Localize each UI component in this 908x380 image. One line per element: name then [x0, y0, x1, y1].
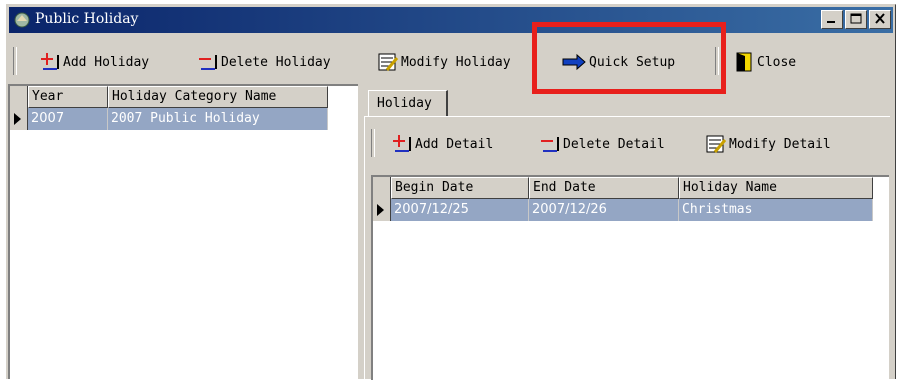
- add-detail-label: Add Detail: [415, 136, 494, 152]
- column-header-holiday-name[interactable]: Holiday Name: [679, 177, 873, 199]
- delete-holiday-button[interactable]: Delete Holiday: [197, 51, 331, 73]
- cell-begin-date[interactable]: 2007/12/25: [391, 199, 529, 221]
- delete-detail-button[interactable]: Delete Detail: [539, 133, 665, 155]
- public-holiday-icon: [13, 11, 31, 29]
- holiday-detail-panel: Holiday Add Detail Delete Detail Modify …: [362, 84, 890, 380]
- row-indicator[interactable]: [373, 199, 391, 221]
- column-header-end-date[interactable]: End Date: [529, 177, 679, 199]
- current-row-arrow-icon: [14, 113, 21, 125]
- modify-detail-button[interactable]: Modify Detail: [705, 133, 831, 155]
- cell-year[interactable]: 2007: [28, 108, 108, 130]
- cell-holiday-name[interactable]: Christmas: [679, 199, 873, 221]
- quick-setup-highlight-box: [532, 22, 726, 94]
- delete-holiday-label: Delete Holiday: [221, 54, 331, 70]
- grid-corner: [10, 86, 28, 108]
- modify-detail-label: Modify Detail: [729, 136, 831, 152]
- delete-detail-label: Delete Detail: [563, 136, 665, 152]
- maximize-button[interactable]: [845, 10, 867, 29]
- add-detail-button[interactable]: Add Detail: [391, 133, 493, 155]
- minimize-button[interactable]: [821, 10, 843, 29]
- toolbar-grip: [13, 47, 17, 75]
- row-indicator[interactable]: [10, 108, 28, 130]
- cell-category-name[interactable]: 2007 Public Holiday: [108, 108, 328, 130]
- close-label: Close: [757, 54, 797, 70]
- minimize-icon: [827, 21, 835, 23]
- column-header-begin-date[interactable]: Begin Date: [391, 177, 529, 199]
- tab-page-holiday: Add Detail Delete Detail Modify Detail B…: [364, 116, 890, 380]
- title-bar[interactable]: Public Holiday: [9, 7, 893, 33]
- close-icon: [875, 13, 885, 24]
- modify-icon: [378, 53, 399, 71]
- add-holiday-button[interactable]: Add Holiday: [39, 51, 149, 73]
- add-row-icon: [41, 53, 59, 70]
- close-window-button[interactable]: [869, 10, 891, 29]
- tab-holiday[interactable]: Holiday: [368, 90, 448, 116]
- door-exit-icon: [736, 52, 752, 72]
- add-holiday-label: Add Holiday: [63, 54, 150, 70]
- detail-toolbar-grip: [371, 129, 375, 157]
- grid-corner: [373, 177, 391, 199]
- delete-row-icon: [199, 55, 217, 70]
- close-button[interactable]: Close: [735, 51, 796, 73]
- modify-holiday-label: Modify Holiday: [401, 54, 511, 70]
- detail-toolbar: Add Detail Delete Detail Modify Detail: [369, 123, 886, 163]
- holiday-category-grid: Year Holiday Category Name 2007 2007 Pub…: [8, 84, 358, 379]
- current-row-arrow-icon: [377, 204, 384, 216]
- cell-end-date[interactable]: 2007/12/26: [529, 199, 679, 221]
- modify-icon: [706, 135, 727, 153]
- holiday-detail-grid: Begin Date End Date Holiday Name 2007/12…: [371, 175, 889, 380]
- column-header-year[interactable]: Year: [28, 86, 108, 108]
- maximize-icon: [850, 13, 862, 24]
- delete-row-icon: [541, 137, 559, 152]
- modify-holiday-button[interactable]: Modify Holiday: [377, 51, 511, 73]
- window-title: Public Holiday: [35, 11, 139, 27]
- column-header-category-name[interactable]: Holiday Category Name: [108, 86, 328, 108]
- add-row-icon: [393, 135, 411, 152]
- main-toolbar: Add Holiday Delete Holiday Modify Holida…: [9, 35, 893, 87]
